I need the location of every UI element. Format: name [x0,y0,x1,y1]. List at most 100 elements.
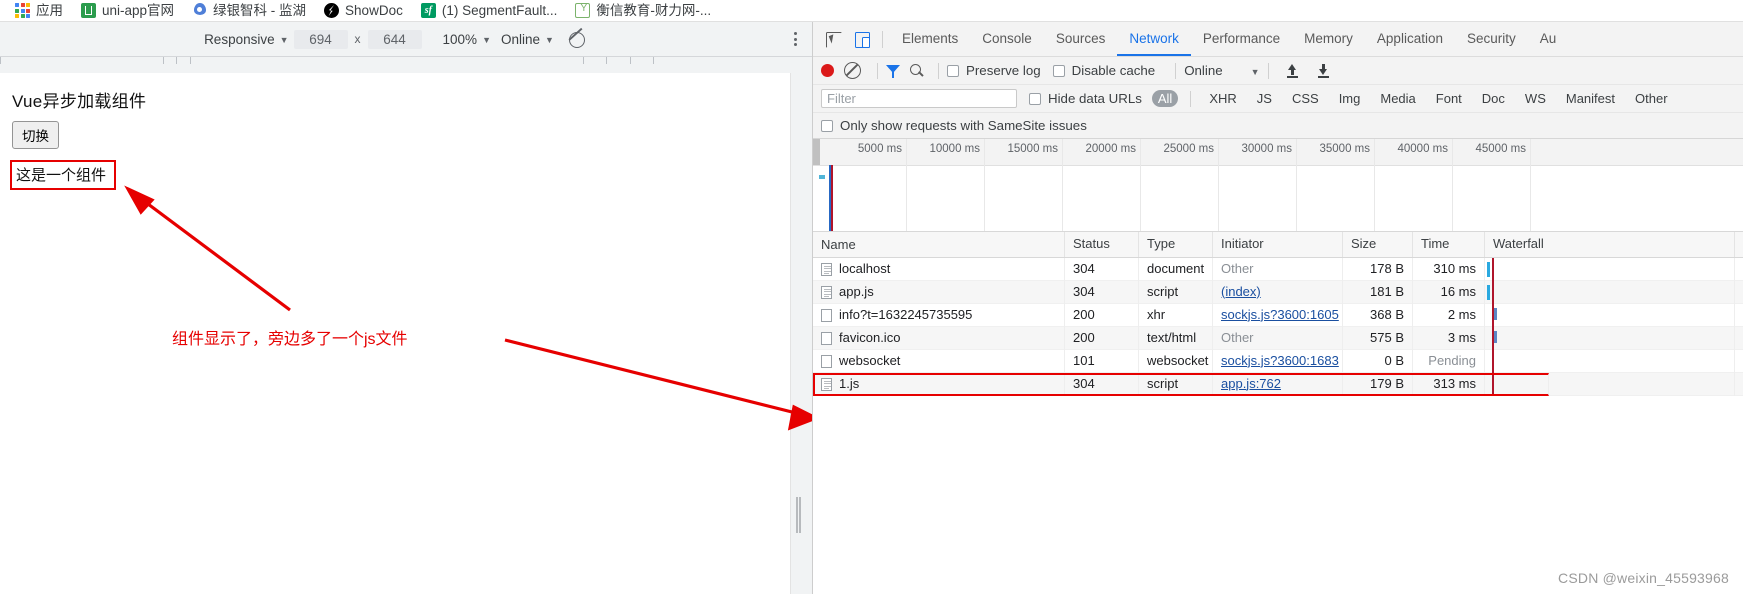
disable-cache-checkbox[interactable] [1052,64,1065,77]
import-har-icon[interactable] [1285,63,1300,78]
samesite-checkbox[interactable] [821,119,833,132]
request-initiator[interactable]: sockjs.js?3600:1683 [1221,353,1339,368]
tab-console[interactable]: Console [970,22,1044,56]
kebab-menu-icon[interactable] [784,32,806,46]
table-row[interactable]: favicon.ico 200 text/html Other 575 B 3 … [813,326,1743,350]
type-filter-xhr[interactable]: XHR [1203,90,1242,107]
tick-label: 35000 ms [1319,143,1370,155]
overview-scroll-handle[interactable] [813,139,820,165]
toggle-device-toolbar-button[interactable] [849,27,873,51]
type-filter-css[interactable]: CSS [1286,90,1325,107]
request-initiator[interactable]: sockjs.js?3600:1605 [1221,307,1339,322]
request-initiator-cell[interactable]: app.js:762 [1213,372,1343,396]
request-name-cell[interactable]: favicon.ico [813,326,1065,350]
waterfall-load-line [1492,372,1494,396]
type-filter-other[interactable]: Other [1629,90,1674,107]
bookmark-showdoc[interactable]: ShowDoc [315,1,412,21]
overview-tick: 10000 ms [907,139,985,231]
request-time: 313 ms [1413,372,1485,396]
bookmark-hengxin[interactable]: 衡信教育-财力网-... [566,1,720,21]
bookmark-uniapp[interactable]: uni-app官网 [72,1,183,21]
request-initiator-cell[interactable]: (index) [1213,280,1343,304]
type-filter-doc[interactable]: Doc [1476,90,1511,107]
tab-elements[interactable]: Elements [890,22,970,56]
toggle-button[interactable]: 切换 [12,121,59,149]
search-icon[interactable] [910,63,924,78]
column-header-type[interactable]: Type [1139,232,1213,257]
type-filter-media[interactable]: Media [1374,90,1421,107]
tab-security[interactable]: Security [1455,22,1528,56]
request-name-cell[interactable]: info?t=1632245735595 [813,303,1065,327]
document-file-icon [821,377,832,391]
table-row[interactable]: app.js 304 script (index) 181 B 16 ms [813,280,1743,304]
resize-grip[interactable] [796,497,801,533]
hide-data-urls-label: Hide data URLs [1048,91,1142,106]
hide-data-urls-checkbox[interactable] [1029,92,1041,105]
request-name: favicon.ico [839,330,901,345]
request-status: 304 [1065,372,1139,396]
column-header-size[interactable]: Size [1343,232,1413,257]
inspect-element-button[interactable] [821,27,845,51]
request-name-cell[interactable]: 1.js [813,372,1065,396]
bookmark-segmentfault[interactable]: sf (1) SegmentFault... [412,1,567,21]
request-type: text/html [1139,326,1213,350]
table-row[interactable]: info?t=1632245735595 200 xhr sockjs.js?3… [813,303,1743,327]
bookmark-lvyin[interactable]: 绿银智科 - 监湖 [183,1,315,21]
chevron-down-icon: ▼ [279,35,289,45]
request-initiator-cell[interactable]: sockjs.js?3600:1605 [1213,303,1343,327]
table-row[interactable]: 1.js 304 script app.js:762 179 B 313 ms [813,372,1743,396]
request-name-cell[interactable]: localhost [813,257,1065,281]
column-header-time[interactable]: Time [1413,232,1485,257]
type-filter-all[interactable]: All [1151,90,1179,107]
column-header-name[interactable]: Name [813,232,1065,257]
zoom-label: 100% [442,31,478,47]
waterfall-bar [1487,261,1490,277]
type-filter-img[interactable]: Img [1333,90,1367,107]
tab-application[interactable]: Application [1365,22,1455,56]
filter-funnel-icon[interactable] [886,64,900,78]
rotate-icon[interactable] [567,30,585,48]
overview-tick: 20000 ms [1063,139,1141,231]
record-button[interactable] [821,64,834,77]
type-filter-font[interactable]: Font [1430,90,1468,107]
tab-sources[interactable]: Sources [1044,22,1118,56]
device-preset-select[interactable]: Responsive ▼ [199,32,293,47]
bookmark-apps[interactable]: 应用 [6,1,72,21]
preserve-log-checkbox[interactable] [947,64,959,77]
type-filter-ws[interactable]: WS [1519,90,1552,107]
request-name-cell[interactable]: app.js [813,280,1065,304]
overview-tick: 45000 ms [1453,139,1531,231]
request-time: Pending [1413,349,1485,373]
filter-input[interactable] [821,89,1017,108]
tab-performance[interactable]: Performance [1191,22,1292,56]
waterfall-bar [1494,330,1497,343]
table-row[interactable]: localhost 304 document Other 178 B 310 m… [813,257,1743,281]
tab-network[interactable]: Network [1117,22,1191,56]
request-name-cell[interactable]: websocket [813,349,1065,373]
zoom-select[interactable]: 100% ▼ [438,32,496,47]
column-header-initiator[interactable]: Initiator [1213,232,1343,257]
column-header-status[interactable]: Status [1065,232,1139,257]
device-height-input[interactable]: 644 [367,29,422,49]
chevron-down-icon: ▼ [482,35,491,45]
type-filter-manifest[interactable]: Manifest [1560,90,1621,107]
column-header-waterfall[interactable]: Waterfall [1485,232,1735,257]
tab-memory[interactable]: Memory [1292,22,1365,56]
request-initiator-cell[interactable]: sockjs.js?3600:1683 [1213,349,1343,373]
request-initiator[interactable]: app.js:762 [1221,376,1281,391]
bookmark-label: 应用 [36,2,63,18]
divider [877,62,878,79]
request-initiator[interactable]: (index) [1221,284,1261,299]
uniapp-icon [81,3,96,18]
throttling-select[interactable]: Online ▼ [1184,63,1259,78]
clear-icon[interactable] [844,62,861,79]
device-width-input[interactable]: 694 [293,29,348,49]
type-filter-js[interactable]: JS [1251,90,1278,107]
network-overview-timeline[interactable]: 5000 ms 10000 ms 15000 ms 20000 ms 25000… [813,139,1743,232]
overview-tick: 30000 ms [1219,139,1297,231]
network-throttle-select[interactable]: Online ▼ [496,32,559,47]
tab-audits[interactable]: Au [1528,22,1569,56]
table-row[interactable]: websocket 101 websocket sockjs.js?3600:1… [813,349,1743,373]
export-har-icon[interactable] [1316,63,1331,78]
showdoc-icon [324,3,340,18]
